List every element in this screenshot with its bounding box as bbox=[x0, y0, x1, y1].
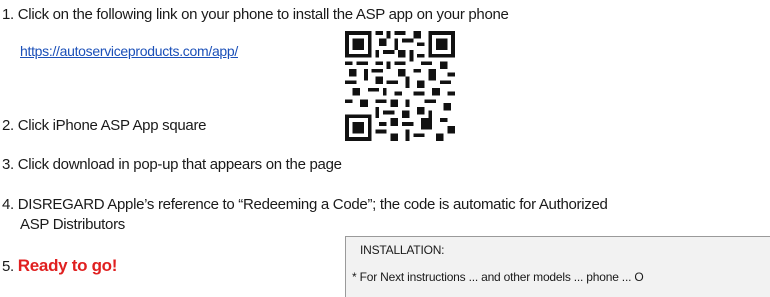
installation-panel: INSTALLATION: * For Next instructions ..… bbox=[345, 236, 770, 297]
app-download-link[interactable]: https://autoserviceproducts.com/app/ bbox=[20, 43, 238, 59]
step-3-text: 3. Click download in pop-up that appears… bbox=[2, 156, 342, 173]
step-4-text-line2: ASP Distributors bbox=[20, 216, 125, 233]
step-2-text: 2. Click iPhone ASP App square bbox=[2, 117, 207, 134]
qr-code-icon bbox=[345, 31, 455, 141]
step-5: 5. Ready to go! bbox=[2, 257, 117, 276]
step-5-number: 5. bbox=[2, 258, 18, 275]
step-1-text: 1. Click on the following link on your p… bbox=[2, 6, 509, 23]
step-4-text-line1: 4. DISREGARD Apple’s reference to “Redee… bbox=[2, 196, 608, 213]
installation-title: INSTALLATION: bbox=[360, 243, 445, 257]
installation-text: * For Next instructions ... and other mo… bbox=[352, 270, 644, 284]
ready-text: Ready to go! bbox=[17, 256, 118, 275]
